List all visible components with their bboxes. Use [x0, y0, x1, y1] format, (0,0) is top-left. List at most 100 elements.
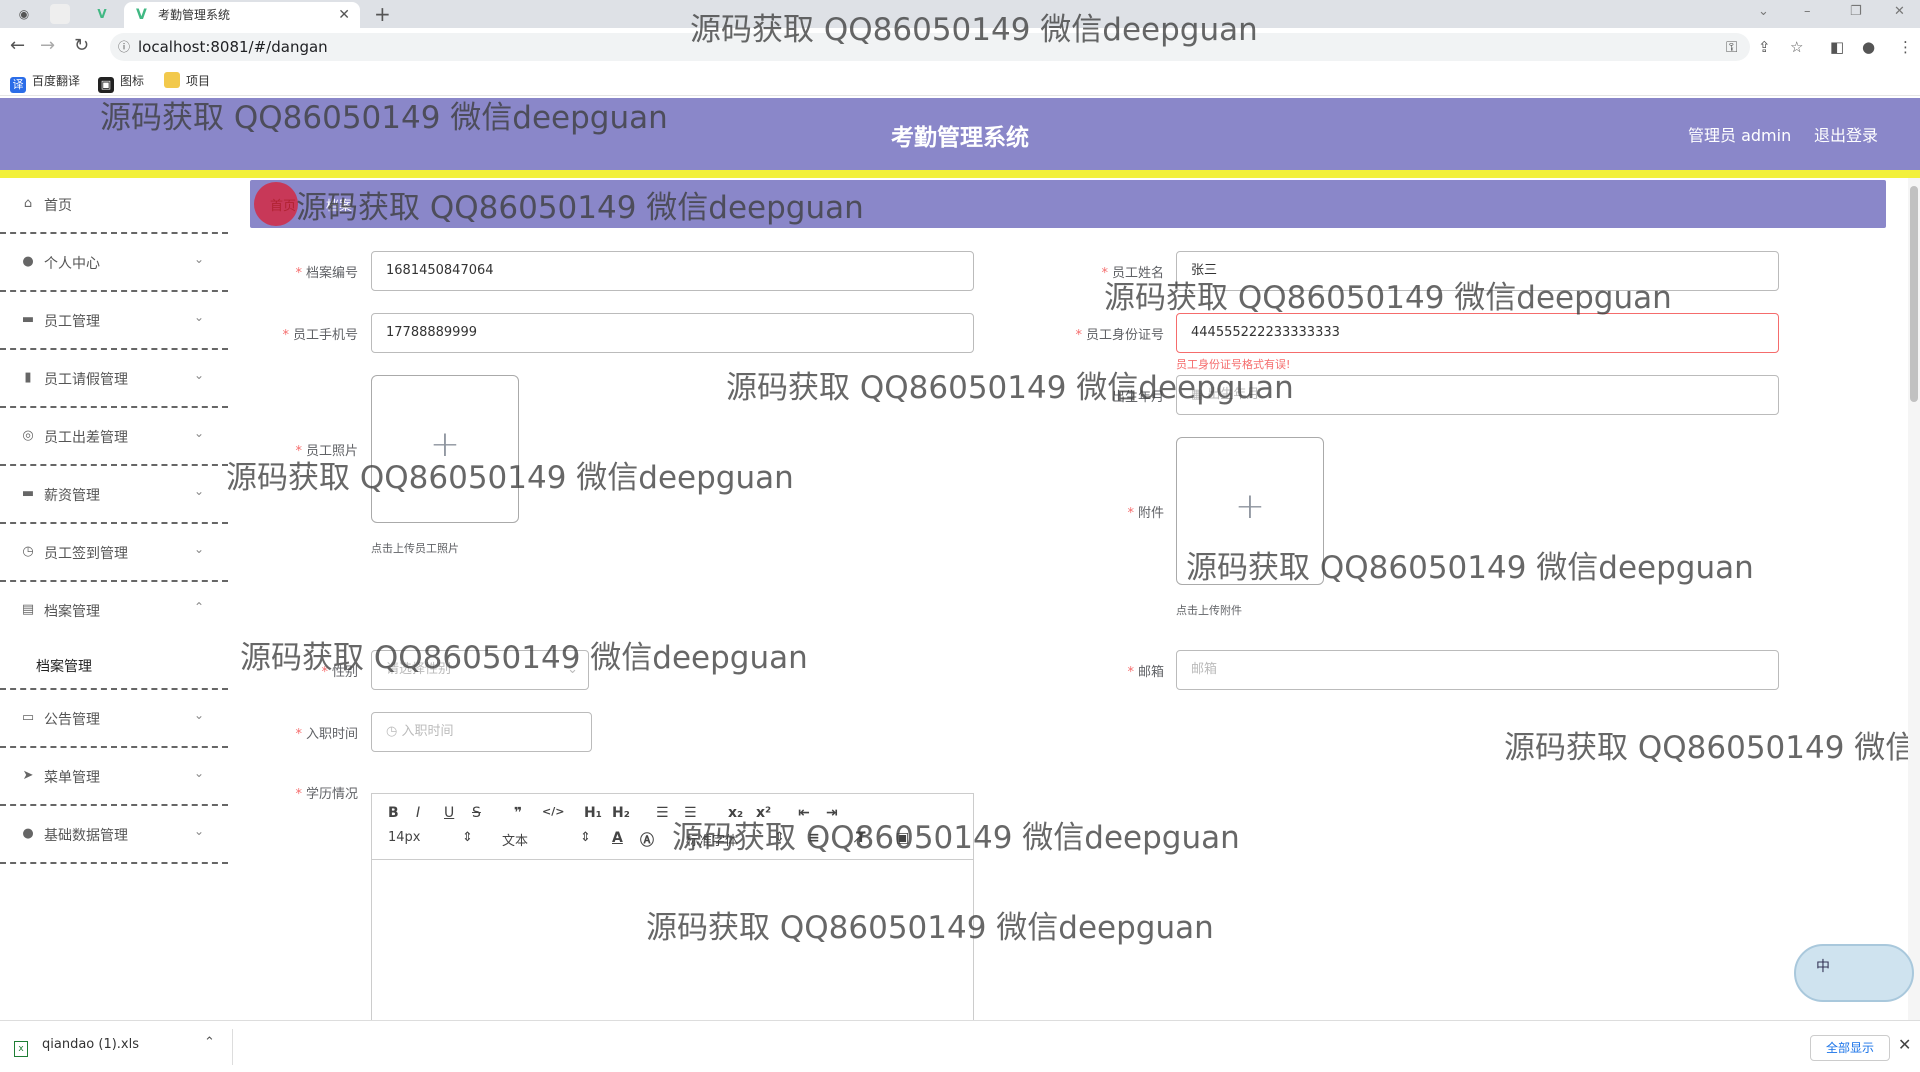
- sidebar-item-home[interactable]: ⌂ 首页: [0, 178, 228, 234]
- sidebar-item-employees[interactable]: ▬ 员工管理 ⌄: [0, 294, 228, 350]
- chevron-down-icon: ⌄: [194, 310, 205, 324]
- page-scrollbar[interactable]: [1908, 178, 1920, 1020]
- email-input[interactable]: 邮箱: [1176, 650, 1779, 690]
- bookmark-projects[interactable]: 项目: [164, 72, 210, 90]
- download-item[interactable]: x qiandao (1).xls: [14, 1037, 139, 1057]
- divider: [232, 1029, 233, 1065]
- watermark: 源码获取 QQ86050149 微信deepguan: [240, 640, 808, 676]
- bar-chart-icon: ▮: [24, 370, 32, 385]
- hire-date-picker[interactable]: ◷ 入职时间: [371, 712, 592, 752]
- sidebar-item-basic-data[interactable]: ● 基础数据管理 ⌄: [0, 808, 228, 864]
- idcard-input[interactable]: 444555222233333333: [1176, 313, 1779, 353]
- sidebar-item-menu[interactable]: ➤ 菜单管理 ⌄: [0, 750, 228, 806]
- watermark: 源码获取 QQ86050149 微信deepguan: [646, 910, 1214, 946]
- ordered-list-icon[interactable]: ☰: [656, 805, 669, 821]
- sidepanel-icon[interactable]: ◧: [1830, 38, 1844, 56]
- background-color-icon[interactable]: Ⓐ: [640, 830, 654, 850]
- menu-icon[interactable]: ⋮: [1898, 38, 1913, 56]
- sidebar-item-notice[interactable]: ▭ 公告管理 ⌄: [0, 692, 228, 748]
- sidebar-item-archive[interactable]: ▤ 档案管理 ⌃: [0, 584, 228, 640]
- email-label: * 邮箱: [1127, 665, 1164, 680]
- sidebar-subitem-archive[interactable]: 档案管理: [0, 640, 228, 690]
- h1-icon[interactable]: H₁: [584, 805, 602, 821]
- share-icon[interactable]: ⇪: [1758, 38, 1771, 56]
- plus-icon: +: [1234, 486, 1266, 527]
- reload-icon[interactable]: ↻: [74, 37, 89, 55]
- ime-widget[interactable]: 中: [1794, 944, 1914, 1002]
- show-all-button[interactable]: 全部显示: [1810, 1035, 1890, 1061]
- idcard-label: * 员工身份证号: [1075, 328, 1164, 343]
- phone-input[interactable]: 17788889999: [371, 313, 974, 353]
- key-icon[interactable]: ⚿: [1726, 38, 1737, 56]
- minimize-icon[interactable]: –: [1804, 4, 1811, 19]
- current-user: 管理员 admin: [1688, 126, 1792, 145]
- code-icon[interactable]: </>: [542, 805, 564, 818]
- education-label: * 学历情况: [295, 787, 358, 802]
- close-window-icon[interactable]: ✕: [1894, 4, 1905, 19]
- chevron-down-icon[interactable]: ⌄: [1758, 4, 1769, 19]
- sidebar-item-checkin[interactable]: ◷ 员工签到管理 ⌄: [0, 526, 228, 582]
- quote-icon[interactable]: ❞: [514, 805, 522, 821]
- send-icon: ➤: [22, 768, 34, 783]
- bold-icon[interactable]: B: [388, 805, 399, 821]
- excel-file-icon: x: [14, 1041, 28, 1057]
- italic-icon[interactable]: I: [416, 805, 420, 821]
- blank-tab-icon[interactable]: [50, 4, 70, 24]
- back-icon[interactable]: ←: [10, 37, 25, 55]
- watermark: 源码获取 QQ86050149 微信deepguan: [672, 820, 1240, 856]
- sidebar-item-profile[interactable]: ● 个人中心 ⌄: [0, 236, 228, 292]
- sidebar: ⌂ 首页 ● 个人中心 ⌄ ▬ 员工管理 ⌄ ▮ 员工请假管理 ⌄ ◎ 员工出差…: [0, 178, 228, 1020]
- image-icon: ▣: [98, 77, 114, 93]
- chevron-up-icon: ⌃: [194, 600, 205, 614]
- text-type-select[interactable]: 文本 ⇕: [502, 830, 591, 849]
- logout-link[interactable]: 退出登录: [1814, 122, 1878, 146]
- strikethrough-icon[interactable]: S: [472, 805, 481, 821]
- sidebar-item-travel[interactable]: ◎ 员工出差管理 ⌄: [0, 410, 228, 466]
- photo-upload[interactable]: +: [371, 375, 519, 523]
- clock-icon: ◷: [386, 724, 402, 739]
- sidebar-item-salary[interactable]: ▬ 薪资管理 ⌄: [0, 468, 228, 524]
- font-color-icon[interactable]: A: [612, 830, 623, 846]
- close-icon[interactable]: ✕: [1898, 1035, 1911, 1054]
- profile-icon[interactable]: ●: [1862, 38, 1875, 56]
- watermark: 源码获取 QQ86050149 微信deepguan: [690, 12, 1258, 48]
- monitor-icon: ▭: [21, 710, 35, 725]
- underline-icon[interactable]: U: [444, 805, 454, 821]
- chevron-down-icon: ⌄: [194, 708, 205, 722]
- chevron-down-icon: ⌄: [194, 824, 205, 838]
- compass-icon: ◎: [22, 428, 34, 443]
- archive-no-input[interactable]: 1681450847064: [371, 251, 974, 291]
- close-tab-icon[interactable]: ✕: [338, 2, 350, 28]
- watermark: 源码获取 QQ86050149 微信deepguan: [226, 460, 794, 496]
- restore-icon[interactable]: ❐: [1850, 4, 1862, 19]
- star-icon[interactable]: ☆: [1790, 38, 1803, 56]
- briefcase-icon: ▬: [21, 486, 35, 501]
- vue-tab-icon[interactable]: V: [92, 4, 112, 24]
- user-icon: ●: [22, 826, 34, 841]
- sidebar-item-leave[interactable]: ▮ 员工请假管理 ⌄: [0, 352, 228, 408]
- browser-icon[interactable]: ◉: [14, 4, 34, 24]
- scrollbar-thumb[interactable]: [1910, 186, 1918, 402]
- chevron-down-icon: ⌄: [194, 426, 205, 440]
- downloads-bar: x qiandao (1).xls ⌃ 全部显示 ✕: [0, 1020, 1920, 1072]
- header-divider: [0, 170, 1920, 178]
- vue-logo-icon: V: [136, 7, 147, 23]
- cursor-highlight: [254, 182, 298, 226]
- new-tab-button[interactable]: +: [374, 2, 391, 26]
- chevron-down-icon: ⌄: [194, 368, 205, 382]
- watermark: 源码获取 QQ86050149 微信deepguan: [726, 370, 1294, 406]
- watermark: 源码获取 QQ86050149 微信deepguan: [296, 190, 864, 226]
- document-icon: ▤: [21, 602, 35, 617]
- info-icon[interactable]: ⓘ: [118, 33, 130, 61]
- bookmark-baidu-translate[interactable]: 译百度翻译: [10, 72, 80, 93]
- url-text: localhost:8081/#/dangan: [138, 38, 328, 56]
- chevron-down-icon: ⌄: [194, 766, 205, 780]
- active-tab[interactable]: V 考勤管理系统 ✕: [124, 2, 360, 28]
- bookmark-icons[interactable]: ▣ 图标: [98, 72, 144, 93]
- font-size-select[interactable]: 14px ⇕: [388, 830, 473, 845]
- h2-icon[interactable]: H₂: [612, 805, 630, 821]
- chevron-down-icon: ⌄: [194, 542, 205, 556]
- chevron-down-icon: ⌄: [194, 252, 205, 266]
- chevron-up-icon[interactable]: ⌃: [204, 1035, 215, 1050]
- forward-icon[interactable]: →: [40, 37, 55, 55]
